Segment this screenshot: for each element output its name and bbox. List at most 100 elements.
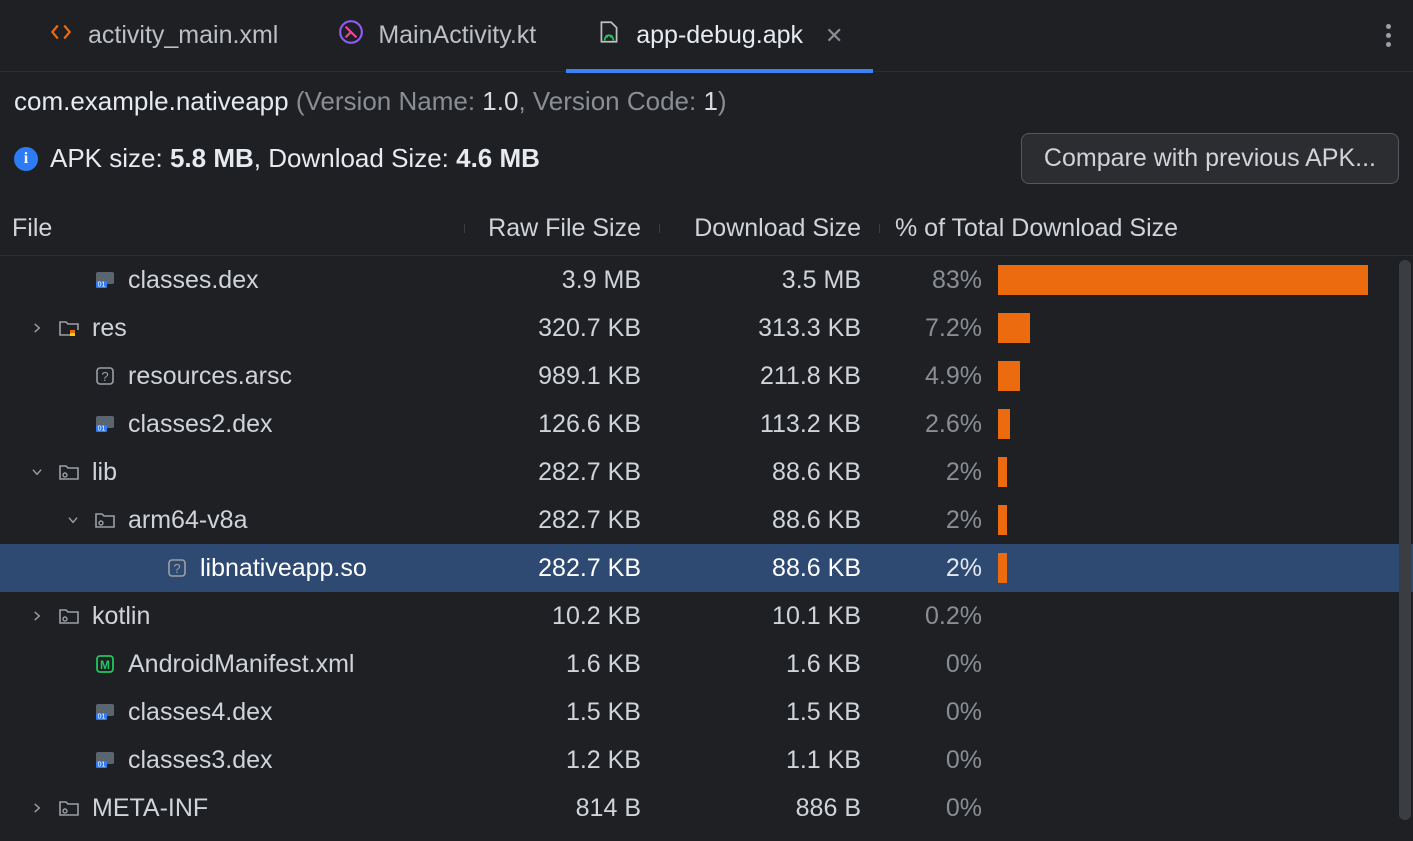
raw-size: 3.9 MB xyxy=(464,266,659,295)
raw-size: 989.1 KB xyxy=(464,362,659,391)
download-size: 1.6 KB xyxy=(659,650,879,679)
tab-label: activity_main.xml xyxy=(88,21,278,50)
pct-value: 4.9% xyxy=(879,362,994,391)
table-row[interactable]: META-INF 814 B886 B0% xyxy=(0,784,1413,832)
folder-icon xyxy=(56,603,82,629)
download-size: 88.6 KB xyxy=(659,506,879,535)
version-code-value: 1 xyxy=(703,86,717,116)
pct-bar xyxy=(994,457,1409,487)
tab-main-activity-kt[interactable]: MainActivity.kt xyxy=(308,0,566,72)
download-size: 88.6 KB xyxy=(659,458,879,487)
unknown-icon: ? xyxy=(164,555,190,581)
apk-icon xyxy=(596,19,622,52)
download-size: 3.5 MB xyxy=(659,266,879,295)
table-row[interactable]: kotlin10.2 KB10.1 KB0.2% xyxy=(0,592,1413,640)
table-row[interactable]: 01classes.dex3.9 MB3.5 MB83% xyxy=(0,256,1413,304)
raw-size: 126.6 KB xyxy=(464,410,659,439)
download-size: 88.6 KB xyxy=(659,554,879,583)
pct-value: 0% xyxy=(879,794,994,823)
column-file[interactable]: File xyxy=(4,214,464,243)
file-name: classes2.dex xyxy=(128,410,273,439)
table-row[interactable]: 01classes3.dex1.2 KB1.1 KB0% xyxy=(0,736,1413,784)
dex-icon: 01 xyxy=(92,699,118,725)
dex-icon: 01 xyxy=(92,267,118,293)
kotlin-icon xyxy=(338,19,364,52)
tab-app-debug-apk[interactable]: app-debug.apk ✕ xyxy=(566,0,873,72)
table-row[interactable]: arm64-v8a282.7 KB88.6 KB2% xyxy=(0,496,1413,544)
folder-icon xyxy=(56,459,82,485)
column-pct[interactable]: % of Total Download Size xyxy=(879,214,1409,243)
pct-value: 7.2% xyxy=(879,314,994,343)
file-name: classes.dex xyxy=(128,266,259,295)
download-size-label: Download Size: xyxy=(268,143,449,173)
pct-value: 0% xyxy=(879,650,994,679)
folder-icon xyxy=(92,507,118,533)
folder-r-icon xyxy=(56,315,82,341)
compare-apk-button[interactable]: Compare with previous APK... xyxy=(1021,133,1399,184)
size-header: i APK size: 5.8 MB, Download Size: 4.6 M… xyxy=(0,123,1413,202)
download-size-value: 4.6 MB xyxy=(456,143,540,173)
svg-text:01: 01 xyxy=(98,762,106,769)
table-row[interactable]: ?libnativeapp.so282.7 KB88.6 KB2% xyxy=(0,544,1413,592)
table-row[interactable]: lib 282.7 KB88.6 KB2% xyxy=(0,448,1413,496)
svg-text:?: ? xyxy=(101,369,108,384)
download-size: 10.1 KB xyxy=(659,602,879,631)
apk-size-value: 5.8 MB xyxy=(170,143,254,173)
tab-label: app-debug.apk xyxy=(636,21,803,50)
expand-chevron-icon[interactable] xyxy=(28,801,46,815)
table-row[interactable]: ? resources.arsc 989.1 KB211.8 KB4.9% xyxy=(0,352,1413,400)
raw-size: 1.5 KB xyxy=(464,698,659,727)
column-download-size[interactable]: Download Size xyxy=(659,214,879,243)
scrollbar[interactable] xyxy=(1399,260,1411,820)
expand-chevron-icon[interactable] xyxy=(28,609,46,623)
close-icon[interactable]: ✕ xyxy=(825,23,843,49)
expand-chevron-icon[interactable] xyxy=(64,513,82,527)
file-name: resources.arsc xyxy=(128,362,292,391)
download-size: 1.1 KB xyxy=(659,746,879,775)
pct-bar xyxy=(994,313,1409,343)
version-code-label: Version Code: xyxy=(533,86,696,116)
pct-bar xyxy=(994,553,1409,583)
tab-activity-main-xml[interactable]: activity_main.xml xyxy=(18,0,308,72)
dex-icon: 01 xyxy=(92,411,118,437)
pct-value: 0.2% xyxy=(879,602,994,631)
xml-icon xyxy=(48,19,74,52)
manifest-icon: M xyxy=(92,651,118,677)
svg-text:?: ? xyxy=(173,561,180,576)
pct-value: 0% xyxy=(879,698,994,727)
download-size: 211.8 KB xyxy=(659,362,879,391)
table-row[interactable]: 01classes2.dex126.6 KB113.2 KB2.6% xyxy=(0,400,1413,448)
pct-bar xyxy=(994,505,1409,535)
file-name: classes4.dex xyxy=(128,698,273,727)
file-name: META-INF xyxy=(92,794,208,823)
svg-text:M: M xyxy=(100,658,110,672)
version-name-value: 1.0 xyxy=(482,86,518,116)
file-table[interactable]: 01classes.dex3.9 MB3.5 MB83%res320.7 KB3… xyxy=(0,256,1413,841)
raw-size: 814 B xyxy=(464,794,659,823)
more-options-button[interactable] xyxy=(1363,0,1413,72)
expand-chevron-icon[interactable] xyxy=(28,465,46,479)
package-header: com.example.nativeapp (Version Name: 1.0… xyxy=(0,72,1413,123)
table-row[interactable]: res 320.7 KB313.3 KB7.2% xyxy=(0,304,1413,352)
pct-value: 2% xyxy=(879,458,994,487)
raw-size: 282.7 KB xyxy=(464,506,659,535)
table-row[interactable]: MAndroidManifest.xml1.6 KB1.6 KB0% xyxy=(0,640,1413,688)
download-size: 313.3 KB xyxy=(659,314,879,343)
pct-bar xyxy=(994,409,1409,439)
file-name: classes3.dex xyxy=(128,746,273,775)
pct-value: 2% xyxy=(879,506,994,535)
file-name: libnativeapp.so xyxy=(200,554,367,583)
table-header: File Raw File Size Download Size % of To… xyxy=(0,202,1413,256)
file-name: res xyxy=(92,314,127,343)
file-name: lib xyxy=(92,458,117,487)
dex-icon: 01 xyxy=(92,747,118,773)
column-raw-size[interactable]: Raw File Size xyxy=(464,214,659,243)
svg-text:01: 01 xyxy=(98,714,106,721)
download-size: 1.5 KB xyxy=(659,698,879,727)
pct-value: 0% xyxy=(879,746,994,775)
raw-size: 320.7 KB xyxy=(464,314,659,343)
table-row[interactable]: 01classes4.dex1.5 KB1.5 KB0% xyxy=(0,688,1413,736)
download-size: 886 B xyxy=(659,794,879,823)
expand-chevron-icon[interactable] xyxy=(28,321,46,335)
raw-size: 282.7 KB xyxy=(464,458,659,487)
